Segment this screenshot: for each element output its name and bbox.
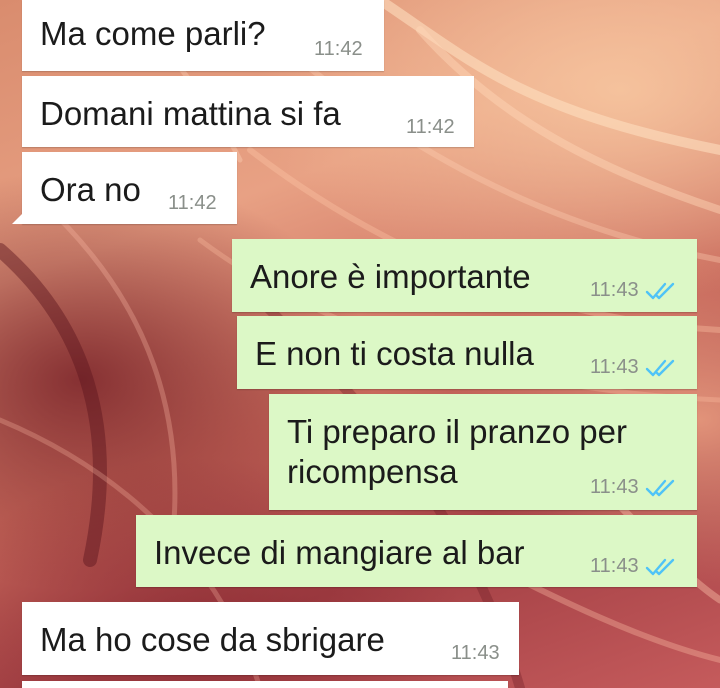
- message-timestamp: 11:42: [406, 116, 455, 139]
- message-timestamp: 11:43: [590, 555, 679, 578]
- message-timestamp: 11:43: [590, 356, 679, 379]
- message-text: Anore è importante: [250, 258, 531, 295]
- message-text: Invece di mangiare al bar: [154, 534, 525, 571]
- message-timestamp: 11:42: [314, 38, 363, 61]
- message-timestamp: 11:43: [590, 279, 679, 302]
- message-text: E non ti costa nulla: [255, 335, 534, 372]
- message-time: 11:43: [590, 356, 639, 378]
- outgoing-message-bubble[interactable]: Anore è importante 11:43: [232, 239, 697, 312]
- double-check-icon: [645, 281, 679, 301]
- incoming-message-bubble[interactable]: Ma ho cose da sbrigare 11:43: [22, 602, 519, 675]
- message-text: Ora no: [40, 171, 141, 208]
- message-time: 11:43: [451, 642, 500, 664]
- message-text-line-2: ricompensa: [287, 453, 458, 490]
- message-text: Ma ho cose da sbrigare: [40, 621, 385, 658]
- message-timestamp: 11:42: [168, 192, 217, 215]
- incoming-message-bubble[interactable]: Ora no 11:42: [12, 152, 237, 224]
- double-check-icon: [645, 478, 679, 498]
- message-text-line-1: Ti preparo il pranzo per: [287, 413, 627, 450]
- outgoing-message-bubble[interactable]: Invece di mangiare al bar 11:43: [136, 515, 697, 587]
- message-time: 11:42: [168, 192, 217, 214]
- message-text: Ma come parli?: [40, 15, 266, 52]
- incoming-message-bubble[interactable]: Domani mattina si fa 11:42: [22, 76, 474, 147]
- double-check-icon: [645, 358, 679, 378]
- outgoing-message-bubble[interactable]: Ti preparo il pranzo per ricompensa 11:4…: [269, 394, 697, 510]
- message-timestamp: 11:43: [590, 476, 679, 499]
- chat-conversation: Ma come parli? 11:42 Domani mattina si f…: [0, 0, 720, 688]
- message-time: 11:43: [590, 476, 639, 498]
- message-time: 11:43: [590, 279, 639, 301]
- message-time: 11:43: [590, 555, 639, 577]
- message-time: 11:42: [406, 116, 455, 138]
- incoming-message-bubble[interactable]: Ma come parli? 11:42: [22, 0, 384, 71]
- double-check-icon: [645, 557, 679, 577]
- message-timestamp: 11:43: [451, 642, 500, 665]
- bubble-tail: [12, 212, 24, 224]
- incoming-message-bubble-partial[interactable]: [22, 681, 508, 688]
- message-text: Domani mattina si fa: [40, 95, 341, 132]
- message-time: 11:42: [314, 38, 363, 60]
- outgoing-message-bubble[interactable]: E non ti costa nulla 11:43: [237, 316, 697, 389]
